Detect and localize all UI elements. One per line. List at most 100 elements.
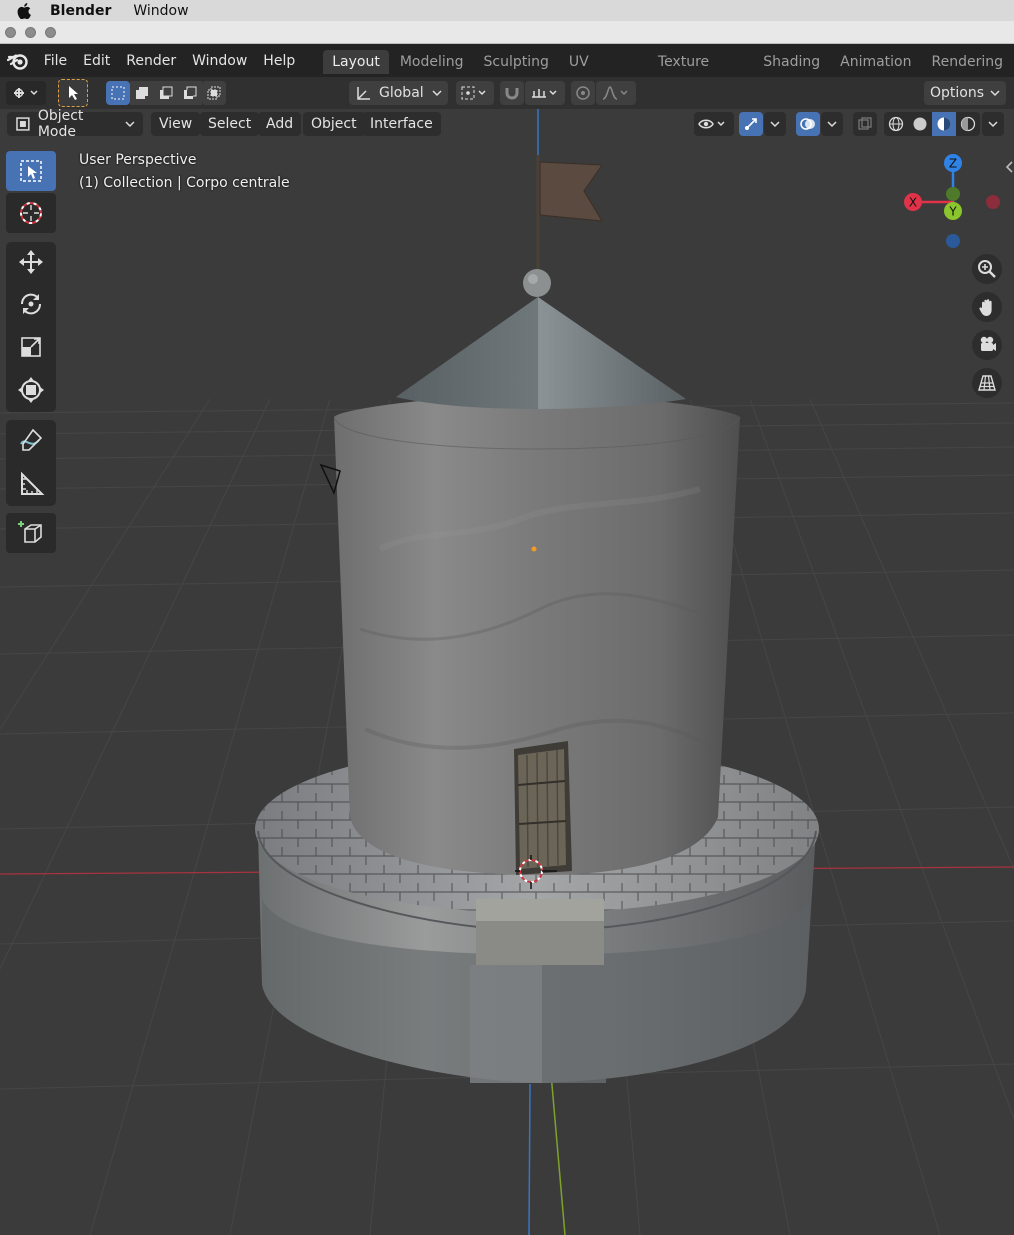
- tab-sculpting[interactable]: Sculpting: [475, 50, 558, 74]
- solid-sphere-icon: [913, 117, 927, 131]
- select-intersect-icon: [207, 86, 221, 100]
- options-label: Options: [929, 85, 985, 101]
- snap-toggle-button[interactable]: [500, 81, 524, 105]
- tab-layout[interactable]: Layout: [323, 49, 389, 74]
- window-titlebar: [0, 21, 1014, 44]
- proportional-falloff-dropdown[interactable]: [596, 81, 636, 105]
- tab-texture-paint[interactable]: Texture Paint: [649, 50, 752, 94]
- zoom-window-button[interactable]: [45, 26, 56, 38]
- workspace-tabs: Layout Modeling Sculpting UV Editing Tex…: [323, 48, 1014, 94]
- options-dropdown[interactable]: Options: [924, 81, 1006, 105]
- view-name-label: User Perspective: [79, 152, 197, 168]
- tab-shading[interactable]: Shading: [754, 50, 829, 74]
- select-mode-subtract-button[interactable]: [154, 81, 178, 105]
- blender-topbar: File Edit Render Window Help Layout Mode…: [0, 44, 1014, 94]
- select-box-tool[interactable]: [6, 151, 56, 191]
- overlays-dropdown[interactable]: [821, 112, 843, 136]
- select-tool-button[interactable]: [58, 79, 88, 107]
- move-tool[interactable]: [6, 242, 56, 282]
- editor-type-dropdown[interactable]: [6, 81, 46, 105]
- collection-info-label: (1) Collection | Corpo centrale: [79, 175, 290, 191]
- shading-dropdown[interactable]: [982, 112, 1004, 136]
- select-mode-invert-button[interactable]: [178, 81, 202, 105]
- gizmo-toggle-button[interactable]: [739, 112, 763, 136]
- tower-flag: [536, 155, 603, 269]
- gizmo-neg-z-axis: [946, 234, 960, 248]
- select-mode-extend-button[interactable]: [130, 81, 154, 105]
- tab-animation[interactable]: Animation: [831, 50, 920, 74]
- rendered-sphere-icon: [960, 116, 976, 132]
- annotate-icon: [20, 428, 43, 451]
- close-window-button[interactable]: [5, 26, 16, 38]
- select-mode-intersect-button[interactable]: [202, 81, 226, 105]
- menu-interface[interactable]: Interface: [362, 112, 441, 136]
- xray-toggle-button[interactable]: [853, 112, 877, 136]
- chevron-down-icon: [988, 121, 998, 128]
- sidebar-expand-icon[interactable]: [1004, 160, 1014, 174]
- wireframe-sphere-icon: [888, 116, 904, 132]
- move-icon: [19, 250, 43, 274]
- menu-view[interactable]: View: [151, 112, 201, 136]
- scale-icon: [21, 337, 41, 357]
- shading-wireframe-button[interactable]: [884, 112, 908, 136]
- transform-tool[interactable]: [6, 370, 56, 410]
- visibility-dropdown[interactable]: [694, 112, 734, 136]
- select-mode-new-button[interactable]: [106, 81, 130, 105]
- mode-dropdown[interactable]: Object Mode: [7, 109, 143, 140]
- navigation-gizmo[interactable]: Z X Y: [900, 149, 1010, 259]
- menu-add[interactable]: Add: [258, 112, 302, 136]
- select-box-icon: [20, 160, 42, 182]
- proportional-edit-toggle[interactable]: [571, 81, 595, 105]
- menu-edit[interactable]: Edit: [75, 49, 118, 73]
- menu-select[interactable]: Select: [200, 112, 260, 136]
- zoom-button[interactable]: [972, 254, 1002, 284]
- add-cube-tool[interactable]: [6, 513, 56, 553]
- chevron-down-icon: [827, 121, 837, 128]
- gizmo-dropdown[interactable]: [764, 112, 786, 136]
- shading-solid-button[interactable]: [908, 112, 932, 136]
- menu-window[interactable]: Window: [184, 49, 255, 73]
- chevron-down-icon: [432, 90, 442, 97]
- camera-view-button[interactable]: [972, 330, 1002, 360]
- os-window-menu[interactable]: Window: [133, 3, 188, 19]
- menu-help[interactable]: Help: [255, 49, 303, 73]
- cursor-icon: [20, 202, 42, 224]
- zoom-icon: [978, 260, 996, 278]
- select-extend-icon: [136, 87, 148, 99]
- transform-orientation-dropdown[interactable]: Global: [349, 81, 448, 105]
- apple-icon[interactable]: [16, 2, 32, 19]
- rotate-tool[interactable]: [6, 284, 56, 324]
- tower-roof: [396, 269, 686, 409]
- overlays-toggle-button[interactable]: [796, 112, 820, 136]
- measure-tool[interactable]: [6, 464, 56, 504]
- shading-material-button[interactable]: [932, 112, 956, 136]
- scale-tool[interactable]: [6, 327, 56, 367]
- tab-rendering[interactable]: Rendering: [923, 50, 1013, 74]
- hand-pan-icon: [979, 299, 992, 316]
- tab-modeling[interactable]: Modeling: [391, 50, 473, 74]
- mode-label: Object Mode: [37, 109, 84, 140]
- pivot-point-dropdown[interactable]: [456, 81, 494, 105]
- menu-object[interactable]: Object: [303, 112, 365, 136]
- shading-rendered-button[interactable]: [956, 112, 980, 136]
- snap-target-dropdown[interactable]: [525, 81, 565, 105]
- menu-render[interactable]: Render: [118, 49, 184, 73]
- menu-file[interactable]: File: [36, 49, 75, 73]
- minimize-window-button[interactable]: [25, 26, 36, 38]
- select-new-icon: [111, 86, 125, 100]
- pan-button[interactable]: [972, 292, 1002, 322]
- gizmo-x-label: X: [909, 196, 917, 210]
- blender-logo-icon[interactable]: [6, 50, 30, 72]
- z-axis-bottom-line: [528, 1083, 531, 1235]
- tab-uv-editing[interactable]: UV Editing: [560, 50, 647, 94]
- gizmo-icon: [745, 118, 757, 130]
- perspective-toggle-button[interactable]: [972, 368, 1002, 398]
- xray-icon: [858, 117, 872, 130]
- 3d-viewport[interactable]: Object Mode View Select Add Object Inter…: [0, 109, 1014, 1235]
- magnet-icon: [505, 88, 519, 100]
- gizmo-y-label: Y: [948, 205, 957, 219]
- os-app-name[interactable]: Blender: [50, 3, 111, 19]
- annotate-tool[interactable]: [6, 420, 56, 460]
- select-invert-icon: [184, 86, 197, 99]
- cursor-tool[interactable]: [6, 193, 56, 233]
